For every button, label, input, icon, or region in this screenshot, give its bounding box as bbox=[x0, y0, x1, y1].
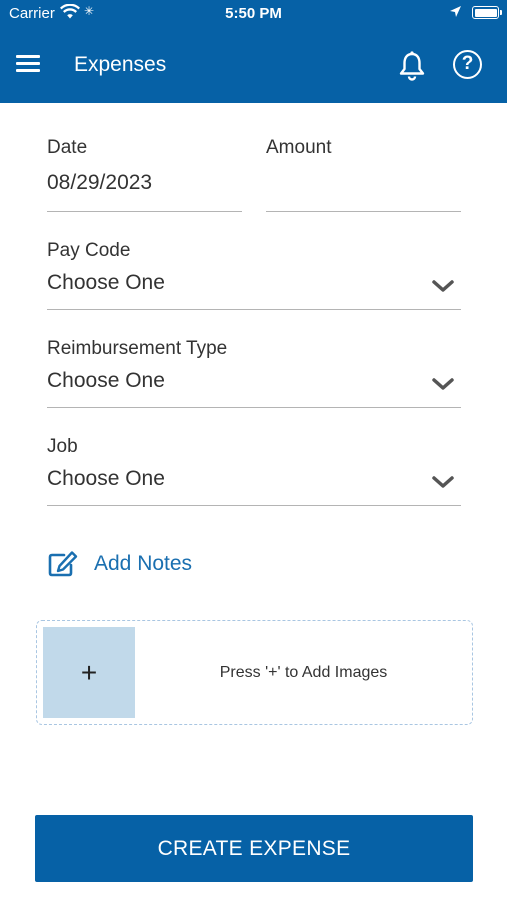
edit-note-icon bbox=[48, 550, 78, 583]
add-images-hint: Press '+' to Add Images bbox=[219, 664, 388, 681]
reimbursement-type-label: Reimbursement Type bbox=[47, 338, 228, 359]
pay-code-select[interactable]: Pay Code Choose One bbox=[47, 240, 461, 310]
job-select[interactable]: Job Choose One bbox=[47, 436, 461, 506]
chevron-down-icon[interactable] bbox=[431, 376, 455, 397]
date-value[interactable]: 08/29/2023 bbox=[47, 171, 152, 195]
chevron-down-icon[interactable] bbox=[431, 278, 455, 299]
image-dropzone: + Press '+' to Add Images bbox=[36, 620, 473, 725]
chevron-down-icon[interactable] bbox=[431, 474, 455, 495]
status-time: 5:50 PM bbox=[225, 5, 282, 22]
reimbursement-type-select[interactable]: Reimbursement Type Choose One bbox=[47, 338, 461, 408]
job-label: Job bbox=[47, 436, 78, 457]
battery-icon bbox=[472, 6, 502, 19]
add-notes-label: Add Notes bbox=[94, 552, 193, 575]
amount-field[interactable]: Amount bbox=[266, 137, 461, 212]
pay-code-label: Pay Code bbox=[47, 240, 131, 261]
job-value: Choose One bbox=[47, 467, 165, 490]
pay-code-value: Choose One bbox=[47, 271, 165, 294]
app-header: Carrier ✳ 5:50 PM Expenses ? bbox=[0, 0, 507, 103]
page-title: Expenses bbox=[74, 53, 167, 76]
hamburger-menu-icon[interactable] bbox=[16, 55, 40, 75]
reimbursement-type-value: Choose One bbox=[47, 369, 165, 392]
nav-bar: Expenses ? bbox=[0, 40, 507, 90]
date-label: Date bbox=[47, 137, 88, 158]
notification-bell-icon[interactable] bbox=[398, 51, 426, 86]
status-bar: Carrier ✳ 5:50 PM bbox=[0, 0, 507, 28]
add-image-button[interactable]: + bbox=[43, 627, 135, 718]
help-icon[interactable]: ? bbox=[453, 50, 482, 79]
date-field[interactable]: Date 08/29/2023 bbox=[47, 137, 242, 212]
create-expense-button[interactable]: CREATE EXPENSE bbox=[35, 815, 473, 882]
amount-label: Amount bbox=[266, 137, 332, 158]
location-arrow-icon bbox=[449, 5, 462, 22]
